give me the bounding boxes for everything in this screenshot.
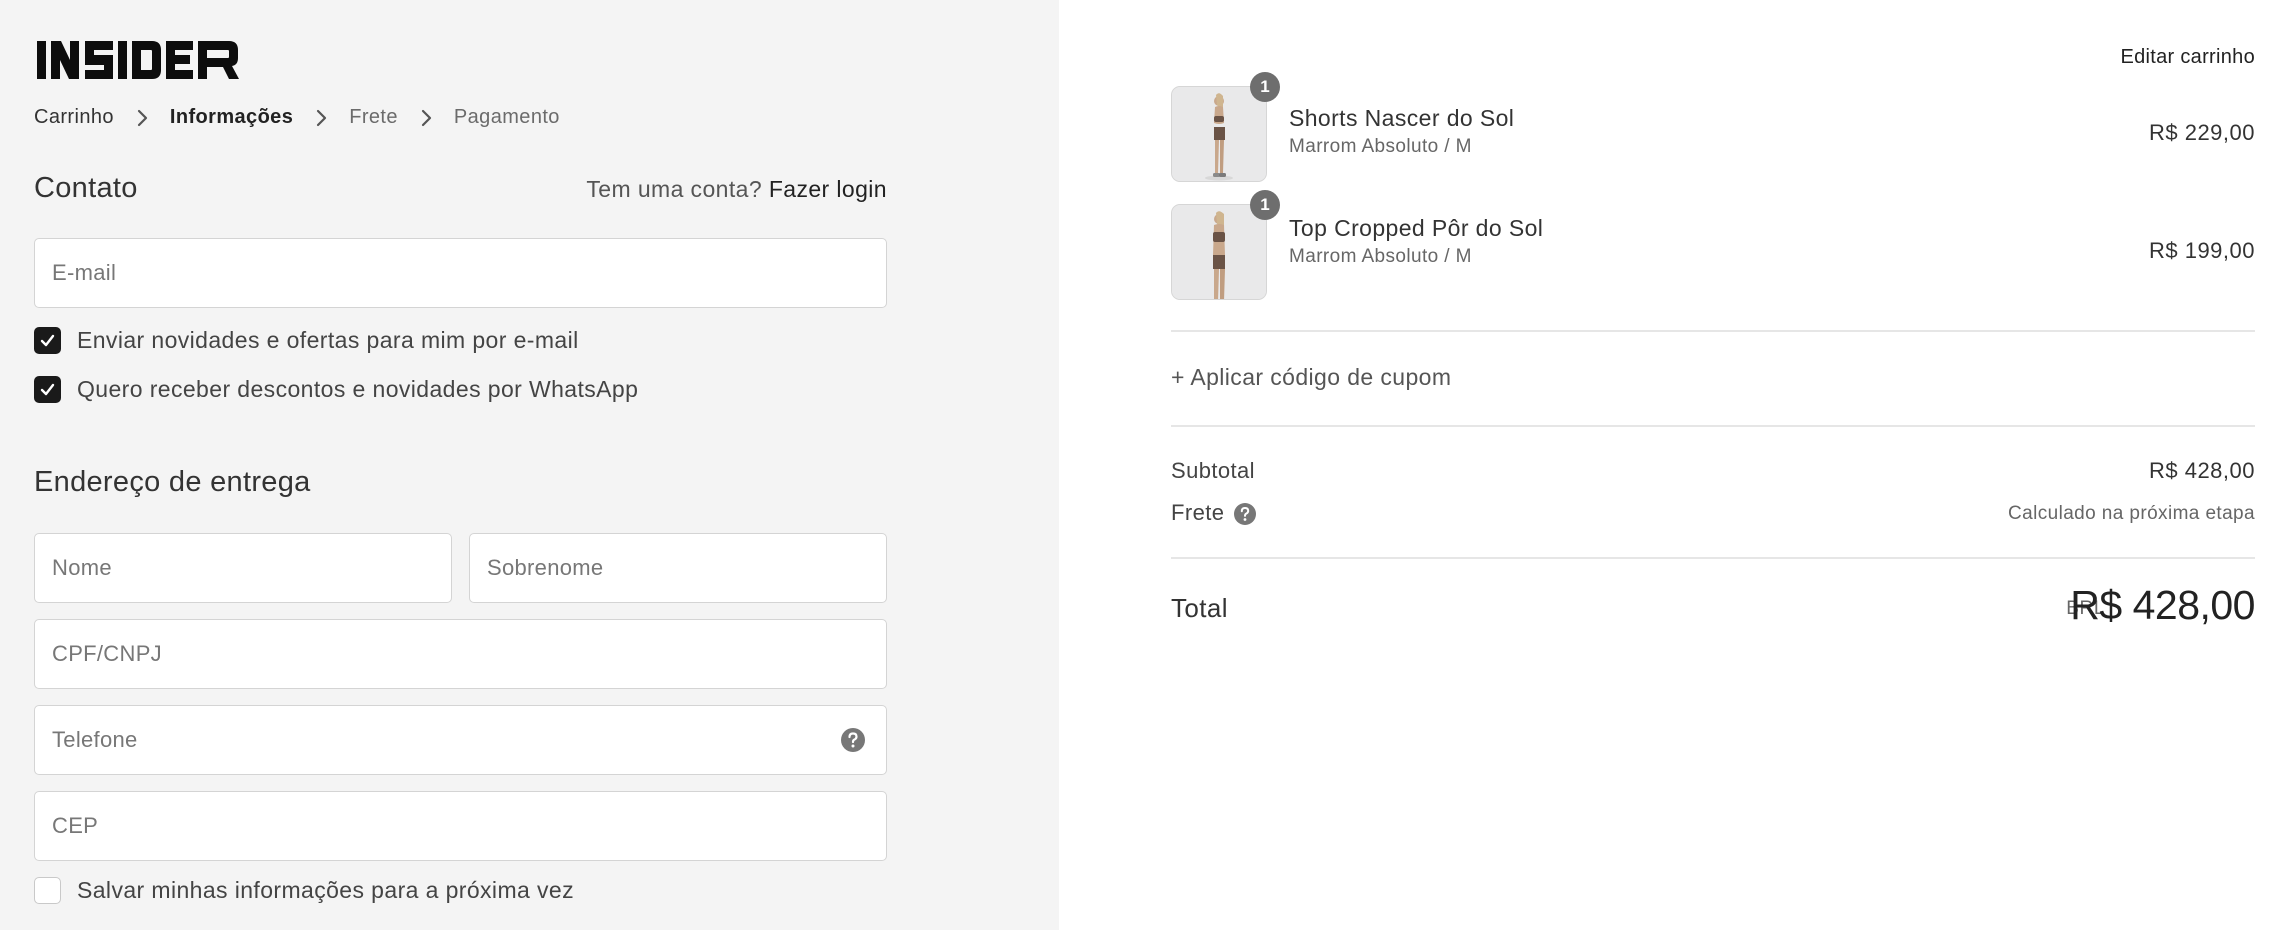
email-field[interactable]: E-mail (34, 238, 887, 308)
quantity-badge: 1 (1250, 72, 1280, 102)
chevron-right-icon (415, 107, 437, 129)
total-label: Total (1171, 593, 1228, 623)
insider-logo[interactable] (37, 41, 239, 79)
zip-code-placeholder: CEP (52, 813, 99, 838)
shipping-value: Calculado na próxima etapa (2008, 503, 2255, 524)
breadcrumb-cart[interactable]: Carrinho (34, 106, 114, 129)
divider (1171, 330, 2255, 332)
product-thumbnail (1171, 204, 1267, 300)
shipping-label: Frete (1171, 500, 1225, 525)
product-price: R$ 199,00 (2148, 238, 2255, 263)
whatsapp-checkbox[interactable] (34, 376, 61, 403)
divider (1171, 557, 2255, 559)
cpf-cnpj-field[interactable]: CPF/CNPJ (34, 619, 887, 689)
shipping-address-title: Endereço de entrega (34, 466, 311, 498)
checkout-form-panel: Carrinho Informações Frete Pagamento Con… (0, 0, 1059, 930)
phone-placeholder: Telefone (52, 727, 138, 752)
model-image (1172, 87, 1266, 181)
chevron-right-icon (310, 107, 332, 129)
apply-coupon-link[interactable]: + Aplicar código de cupom (1171, 364, 1451, 391)
quantity-badge: 1 (1250, 190, 1280, 220)
last-name-field[interactable]: Sobrenome (469, 533, 887, 603)
breadcrumb-payment: Pagamento (453, 106, 560, 128)
save-info-label: Salvar minhas informações para a próxima… (77, 877, 574, 903)
product-name: Shorts Nascer do Sol (1289, 105, 1515, 131)
product-price: R$ 229,00 (2148, 120, 2255, 145)
login-prompt-text: Tem uma conta? (586, 176, 763, 202)
breadcrumb-shipping: Frete (349, 106, 398, 128)
save-info-option[interactable]: Salvar minhas informações para a próxima… (34, 877, 574, 904)
zip-code-field[interactable]: CEP (34, 791, 887, 861)
checkmark-icon (40, 334, 55, 347)
product-variant: Marrom Absoluto / M (1289, 246, 1472, 267)
breadcrumb: Carrinho Informações Frete Pagamento (34, 106, 560, 129)
edit-cart-link[interactable]: Editar carrinho (2120, 46, 2255, 69)
cpf-cnpj-placeholder: CPF/CNPJ (52, 641, 162, 666)
login-prompt: Tem uma conta? Fazer login (586, 176, 887, 203)
login-link[interactable]: Fazer login (769, 176, 887, 202)
save-info-checkbox[interactable] (34, 877, 61, 904)
phone-field[interactable]: Telefone (34, 705, 887, 775)
help-icon[interactable] (1233, 502, 1257, 526)
contact-title: Contato (34, 172, 138, 204)
email-placeholder: E-mail (52, 260, 117, 285)
first-name-placeholder: Nome (52, 555, 112, 580)
breadcrumb-information: Informações (169, 106, 294, 128)
product-variant: Marrom Absoluto / M (1289, 136, 1472, 157)
help-icon[interactable] (840, 727, 866, 753)
chevron-right-icon (131, 107, 153, 129)
subtotal-value: R$ 428,00 (2148, 458, 2255, 483)
cart-item: 1 Top Cropped Pôr do Sol Marrom Absoluto… (1171, 190, 2255, 300)
email-marketing-checkbox[interactable] (34, 327, 61, 354)
last-name-placeholder: Sobrenome (487, 555, 604, 580)
total-value: R$ 428,00 (2070, 582, 2255, 628)
checkmark-icon (40, 383, 55, 396)
product-thumbnail (1171, 86, 1267, 182)
first-name-field[interactable]: Nome (34, 533, 452, 603)
product-name: Top Cropped Pôr do Sol (1289, 215, 1544, 241)
subtotal-label: Subtotal (1171, 458, 1255, 483)
whatsapp-label: Quero receber descontos e novidades por … (77, 376, 639, 402)
divider (1171, 425, 2255, 427)
email-marketing-option[interactable]: Enviar novidades e ofertas para mim por … (34, 327, 579, 354)
whatsapp-option[interactable]: Quero receber descontos e novidades por … (34, 376, 638, 403)
email-marketing-label: Enviar novidades e ofertas para mim por … (77, 327, 579, 353)
cart-item: 1 Shorts Nascer do Sol Marrom Absoluto /… (1171, 72, 2255, 182)
model-image (1172, 205, 1266, 299)
